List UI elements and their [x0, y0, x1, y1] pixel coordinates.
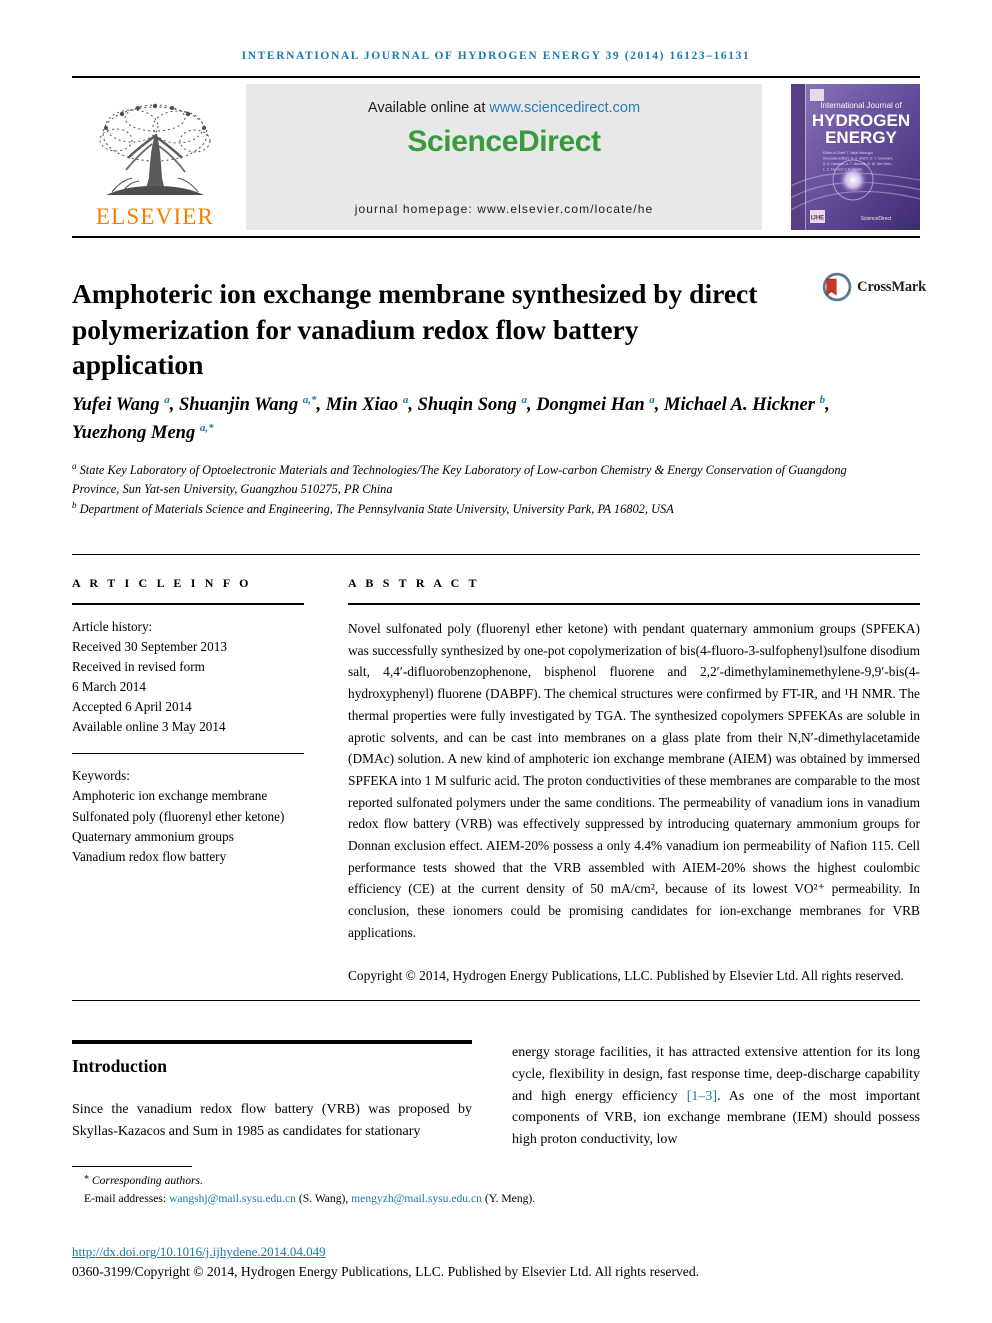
sciencedirect-url-link[interactable]: www.sciencedirect.com — [489, 100, 640, 116]
affiliation-a-text: State Key Laboratory of Optoelectronic M… — [72, 463, 847, 496]
email-label: E-mail addresses: — [84, 1191, 167, 1205]
svg-text:Associate Editors: S. A. Sheri: Associate Editors: S. A. Sherif, D. Y. G… — [823, 157, 893, 161]
crossmark-label: CrossMark — [857, 278, 926, 295]
affiliation-b-text: Department of Materials Science and Engi… — [79, 501, 674, 516]
history-item-0: Received 30 September 2013 — [72, 639, 227, 655]
crossmark-icon — [822, 272, 852, 302]
history-item-1: Received in revised form — [72, 659, 205, 675]
author-list: Yufei Wang a, Shuanjin Wang a,*, Min Xia… — [72, 394, 830, 444]
page-title: Amphoteric ion exchange membrane synthes… — [72, 278, 758, 380]
history-item-3: Accepted 6 April 2014 — [72, 699, 192, 715]
article-history: Article history: Received 30 September 2… — [72, 617, 304, 737]
abstract-rule — [348, 603, 920, 605]
journal-cover-artwork: International Journal of HYDROGEN ENERGY… — [791, 84, 920, 230]
keyword-0: Amphoteric ion exchange membrane — [72, 788, 268, 804]
svg-text:S. A. Gamboa, A. T. Marolda, D: S. A. Gamboa, A. T. Marolda, D. W. Der V… — [823, 162, 892, 166]
article-first-page: International Journal of Hydrogen Energy… — [0, 0, 992, 1323]
doi-link[interactable]: http://dx.doi.org/10.1016/j.ijhydene.201… — [72, 1244, 326, 1260]
article-history-label: Article history: — [72, 619, 153, 634]
email-addresses-line: E-mail addresses: wangshj@mail.sysu.edu.… — [84, 1191, 536, 1205]
authors-divider — [72, 554, 920, 555]
corresponding-authors-note: * Corresponding authors. — [72, 1172, 772, 1190]
elsevier-wordmark: ELSEVIER — [95, 204, 215, 229]
footnote-divider — [72, 1166, 192, 1167]
history-item-2: 6 March 2014 — [72, 679, 146, 695]
journal-homepage-line[interactable]: journal homepage: www.elsevier.com/locat… — [355, 202, 654, 216]
history-item-4: Available online 3 May 2014 — [72, 719, 226, 735]
svg-text:Editor-in-Chief: T. Nejat Vezi: Editor-in-Chief: T. Nejat Veziroglu — [823, 151, 873, 155]
keywords-block: Keywords: Amphoteric ion exchange membra… — [72, 766, 304, 866]
email1-owner: (S. Wang) — [298, 1191, 346, 1205]
affiliation-b: b Department of Materials Science and En… — [72, 499, 674, 516]
keyword-2: Quaternary ammonium groups — [72, 828, 234, 844]
introduction-column-left: Introduction Since the vanadium redox fl… — [72, 1040, 472, 1143]
citation-link-1-3[interactable]: [1–3] — [687, 1089, 717, 1104]
available-online-prefix: Available online at — [367, 100, 490, 116]
affiliation-a: a State Key Laboratory of Optoelectronic… — [72, 461, 847, 496]
introduction-text-right: energy storage facilities, it has attrac… — [512, 1042, 920, 1151]
article-info-heading: A R T I C L E I N F O — [72, 576, 252, 590]
journal-cover-image[interactable]: International Journal of HYDROGEN ENERGY… — [791, 84, 920, 230]
masthead: ELSEVIER Available online at www.science… — [72, 84, 920, 230]
cover-title-line1: International Journal of — [820, 101, 902, 110]
abstract-column: A B S T R A C T Novel sulfonated poly (f… — [348, 576, 920, 987]
keywords-label: Keywords: — [72, 768, 130, 784]
email-link-meng[interactable]: mengyzh@mail.sysu.edu.cn — [351, 1192, 482, 1205]
abstract-text: Novel sulfonated poly (fluorenyl ether k… — [348, 621, 920, 940]
article-info-column: A R T I C L E I N F O Article history: R… — [72, 576, 304, 867]
svg-text:ScienceDirect: ScienceDirect — [861, 216, 892, 222]
keyword-3: Vanadium redox flow battery — [72, 848, 227, 864]
abstract-end-divider — [72, 1000, 920, 1001]
available-online-line: Available online at www.sciencedirect.co… — [368, 100, 640, 116]
footer-copyright: 0360-3199/Copyright © 2014, Hydrogen Ene… — [72, 1264, 700, 1279]
svg-text:L. Z. Fan and T. O. Saetre: L. Z. Fan and T. O. Saetre — [823, 168, 862, 172]
running-head: International Journal of Hydrogen Energy… — [241, 50, 751, 62]
introduction-column-right: energy storage facilities, it has attrac… — [512, 1042, 920, 1151]
footnote-block: * Corresponding authors. E-mail addresse… — [72, 1172, 772, 1208]
affiliations: a State Key Laboratory of Optoelectronic… — [72, 460, 862, 519]
introduction-heading: Introduction — [72, 1056, 167, 1076]
cover-title-line3: ENERGY — [825, 128, 897, 147]
abstract-heading: A B S T R A C T — [348, 576, 480, 590]
keywords-rule — [72, 753, 304, 755]
crossmark-badge[interactable]: CrossMark — [822, 262, 926, 312]
email2-owner: (Y. Meng). — [484, 1191, 536, 1205]
elsevier-logo[interactable]: ELSEVIER — [72, 84, 238, 230]
asterisk-icon: * — [84, 1174, 89, 1185]
abstract-copyright: Copyright © 2014, Hydrogen Energy Public… — [348, 968, 904, 984]
sciencedirect-logo[interactable]: ScienceDirect — [407, 125, 601, 159]
elsevier-tree-icon — [99, 103, 211, 195]
svg-text:IJHE: IJHE — [811, 216, 824, 222]
email-link-wang[interactable]: wangshj@mail.sysu.edu.cn — [169, 1192, 296, 1205]
header-divider — [72, 76, 920, 78]
introduction-rule — [72, 1040, 472, 1044]
corresponding-authors-label: Corresponding authors. — [91, 1174, 203, 1187]
sciencedirect-banner: Available online at www.sciencedirect.co… — [246, 84, 762, 230]
article-info-rule — [72, 603, 304, 605]
abstract-body: Novel sulfonated poly (fluorenyl ether k… — [348, 618, 920, 987]
introduction-text-left: Since the vanadium redox flow battery (V… — [72, 1102, 472, 1139]
keyword-1: Sulfonated poly (fluorenyl ether ketone) — [72, 808, 285, 824]
masthead-divider — [72, 236, 920, 238]
